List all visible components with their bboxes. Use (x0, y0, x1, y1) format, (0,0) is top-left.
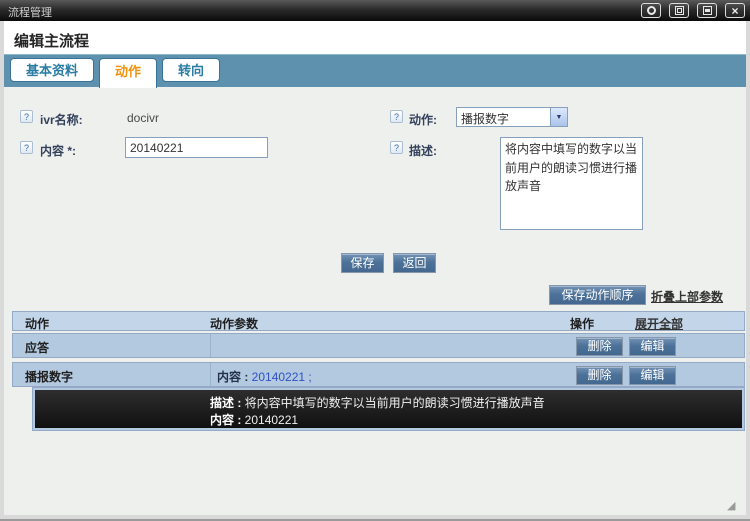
detail-desc-value: 将内容中填写的数字以当前用户的朗读习惯进行播放声音 (245, 396, 545, 410)
help-icon[interactable]: ? (20, 110, 33, 123)
param-suffix: ; (305, 370, 312, 384)
tab-action[interactable]: 动作 (99, 58, 157, 88)
header-operation: 操作 (570, 315, 594, 332)
table-row: 应答 删除 编辑 (12, 333, 745, 358)
action-label: 动作: (409, 111, 437, 128)
ivr-name-value: docivr (127, 111, 159, 125)
save-action-order-button[interactable]: 保存动作顺序 (549, 285, 646, 305)
collapse-params-link[interactable]: 折叠上部参数 (651, 288, 723, 305)
fullscreen-icon (675, 6, 684, 15)
app-window: 流程管理 × 编辑主流程 基本资料 动作 转向 (0, 0, 750, 521)
refresh-button[interactable] (641, 3, 661, 18)
close-icon: × (731, 5, 738, 17)
header-action: 动作 (25, 315, 49, 332)
tab-basic-info[interactable]: 基本资料 (10, 58, 94, 82)
description-textarea[interactable]: 将内容中填写的数字以当前用户的朗读习惯进行播放声音 (500, 137, 643, 230)
delete-button[interactable]: 删除 (576, 366, 623, 385)
resize-grip-icon[interactable]: ◢ (727, 499, 735, 512)
table-row: 播报数字 内容 : 20140221 ; 删除 编辑 (12, 362, 745, 387)
edit-button[interactable]: 编辑 (629, 337, 676, 356)
window-titlebar[interactable]: 流程管理 × (0, 0, 750, 21)
window-title: 流程管理 (8, 4, 52, 20)
detail-desc-label: 描述 : (210, 396, 245, 410)
close-button[interactable]: × (725, 3, 745, 18)
save-button[interactable]: 保存 (341, 253, 384, 273)
row-params-cell: 内容 : 20140221 ; (210, 363, 564, 386)
delete-button[interactable]: 删除 (576, 337, 623, 356)
action-select-value: 播报数字 (457, 108, 550, 126)
param-value-link[interactable]: 20140221 (252, 370, 305, 384)
detail-content-line: 内容 : 20140221 (210, 411, 298, 428)
heading-bar: 编辑主流程 (4, 21, 746, 54)
back-button[interactable]: 返回 (393, 253, 436, 273)
chevron-down-icon[interactable]: ▼ (550, 108, 567, 126)
minimize-button[interactable] (697, 3, 717, 18)
maximize-button[interactable] (669, 3, 689, 18)
help-icon[interactable]: ? (390, 141, 403, 154)
ring-icon (647, 6, 656, 15)
help-icon[interactable]: ? (20, 141, 33, 154)
content-input[interactable] (125, 137, 268, 158)
minimize-icon (703, 6, 712, 15)
row-params-cell (210, 334, 564, 357)
tab-strip: 基本资料 动作 转向 (4, 54, 746, 87)
content-area: ? ivr名称: docivr ? 动作: 播报数字 ▼ ? 内容 *: ? 描… (4, 87, 746, 515)
param-label: 内容 : (217, 370, 252, 384)
detail-panel: 描述 : 将内容中填写的数字以当前用户的朗读习惯进行播放声音 内容 : 2014… (35, 390, 742, 428)
row-action-name: 应答 (25, 339, 49, 356)
edit-button[interactable]: 编辑 (629, 366, 676, 385)
window-controls: × (641, 3, 745, 18)
ivr-name-label: ivr名称: (40, 111, 83, 128)
content-label: 内容 *: (40, 142, 76, 159)
tab-redirect[interactable]: 转向 (162, 58, 220, 82)
detail-content-label: 内容 : (210, 413, 245, 427)
action-select[interactable]: 播报数字 ▼ (456, 107, 568, 127)
page-title: 编辑主流程 (14, 33, 89, 50)
table-header: 动作 动作参数 操作 展开全部 (12, 311, 745, 331)
help-icon[interactable]: ? (390, 110, 403, 123)
description-label: 描述: (409, 142, 437, 159)
header-params: 动作参数 (210, 315, 258, 332)
detail-description-line: 描述 : 将内容中填写的数字以当前用户的朗读习惯进行播放声音 (210, 394, 545, 411)
row-action-name: 播报数字 (25, 368, 73, 385)
window-frame: 编辑主流程 基本资料 动作 转向 ? ivr名称: docivr ? 动作: 播… (0, 21, 750, 519)
expand-all-link[interactable]: 展开全部 (635, 315, 683, 332)
detail-content-value: 20140221 (245, 413, 298, 427)
detail-row: 描述 : 将内容中填写的数字以当前用户的朗读习惯进行播放声音 内容 : 2014… (32, 387, 745, 431)
